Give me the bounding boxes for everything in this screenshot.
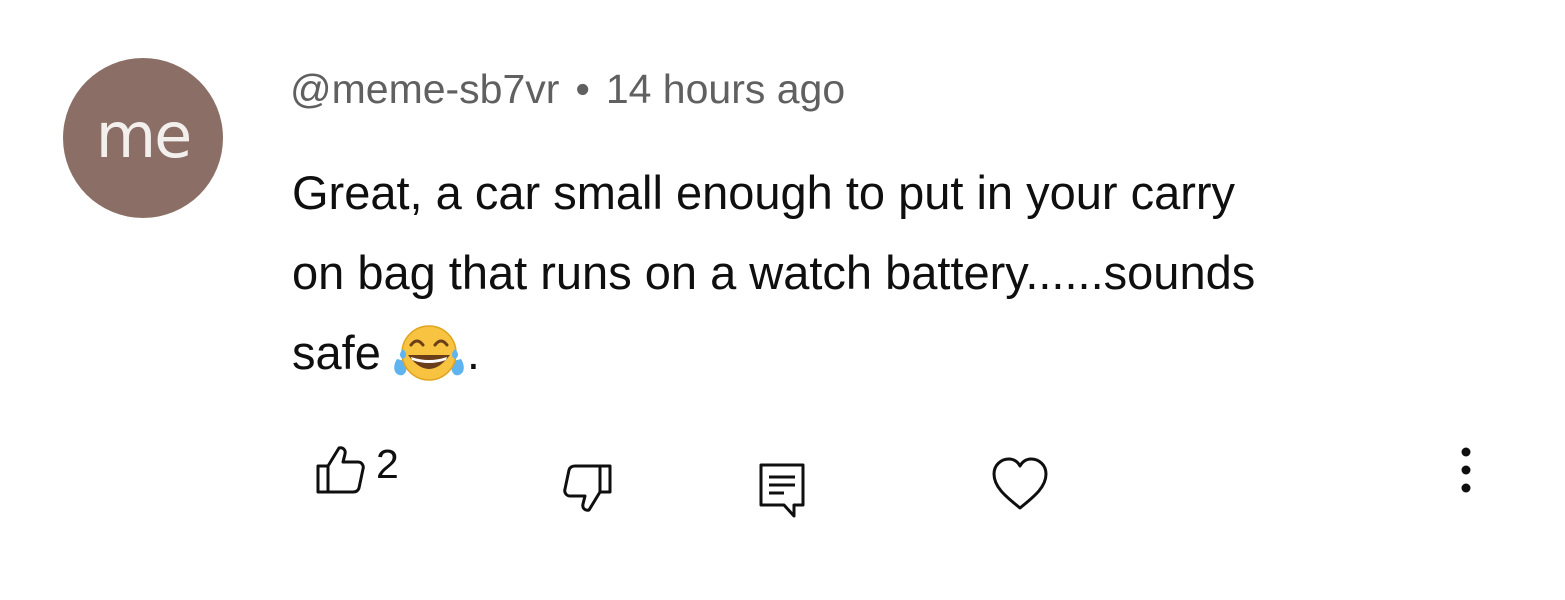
comment-item: me @meme-sb7vr • 14 hours ago Great, a c… [0, 0, 1565, 600]
avatar-initials: me [95, 98, 193, 172]
reply-button[interactable] [756, 460, 808, 520]
like-button[interactable]: 2 [312, 440, 399, 496]
more-vertical-icon [1461, 447, 1471, 493]
like-count: 2 [376, 440, 399, 487]
thumbs-up-icon [316, 446, 365, 494]
comment-text: Great, a car small enough to put in your… [292, 153, 1522, 393]
author-handle[interactable]: @meme-sb7vr [290, 66, 559, 113]
dislike-button[interactable] [562, 462, 616, 516]
heart-button[interactable] [990, 456, 1050, 512]
comment-meta: @meme-sb7vr • 14 hours ago [290, 66, 845, 113]
meta-separator: • [575, 66, 590, 112]
thumbs-down-icon [563, 464, 612, 512]
comment-text-line-2: on bag that runs on a watch battery.....… [292, 246, 1256, 299]
comment-text-line-3: safe [292, 326, 381, 379]
heart-icon [992, 457, 1048, 510]
more-options-button[interactable] [1450, 444, 1482, 506]
comment-actions: 2 [0, 430, 1565, 550]
comment-timestamp[interactable]: 14 hours ago [606, 66, 845, 113]
avatar[interactable]: me [63, 58, 223, 218]
reply-icon [759, 463, 805, 518]
comment-text-line-1: Great, a car small enough to put in your… [292, 166, 1236, 219]
comment-text-line-3-end: . [466, 326, 480, 379]
tears-of-joy-emoji-icon [394, 325, 464, 381]
